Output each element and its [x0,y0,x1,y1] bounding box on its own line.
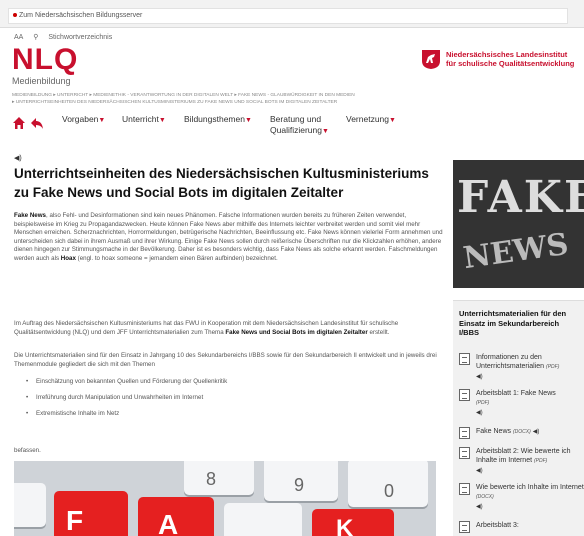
key-label: K [336,515,354,536]
site-logo[interactable]: NLQ Medienbildung [12,43,79,87]
list-item: Extremistische Inhalte im Netz [26,406,436,422]
search-icon[interactable]: ⚲ [33,34,38,41]
keyboard-key-red: A [138,497,214,536]
nav-item-label: Beratung und [270,114,322,124]
resource-label: Fake News [476,428,512,435]
hoax-bold: Hoax [60,254,76,262]
keyboard-key-red: K [312,509,394,536]
resource-label: Arbeitsblatt 3: [476,522,519,529]
key-label: 0 [384,481,395,501]
fake-news-bold: Fake News [14,212,46,219]
resource-label: Arbeitsblatt 1: Fake News [476,390,556,397]
intro-paragraph: Fake News, also Fehl- und Desinformation… [14,212,444,264]
speaker-icon[interactable]: ◀) [476,374,483,380]
institute-name-line1: Niedersächsisches Landesinstitut [446,50,568,59]
keyboard-key [14,483,46,527]
document-icon [459,483,470,495]
chevron-down-icon: ▼ [389,117,396,124]
format-label: (PDF) [546,364,560,370]
keyboard-image: 8 9 0 F A K [14,461,436,536]
institute-logo[interactable]: Niedersächsisches Landesinstitut für sch… [420,48,578,70]
red-dot-icon [13,13,17,17]
document-icon [459,521,470,533]
format-label: (DOCX) [512,429,531,435]
logo-text: NLQ [12,43,79,76]
horse-crest-icon [422,50,440,69]
topic-bold: Fake News und Social Bots im digitalen Z… [225,328,368,336]
format-label: (PDF) [533,458,548,464]
document-icon [459,447,470,459]
keyboard-key: 0 [348,461,428,507]
format-label: (DOCX) [476,494,494,500]
breadcrumb-line[interactable]: ▸ UNTERRICHTSEINHEITEN DES NIEDERSÄCHSIS… [12,99,572,106]
chevron-down-icon: ▼ [244,117,252,124]
chevron-down-icon: ▼ [321,128,329,135]
keyboard-key: 9 [264,461,338,501]
nav-item-label: Vernetzung [346,114,390,124]
closing-text: befassen. [14,447,41,454]
fake-news-image: FAKE NEWS [453,160,584,288]
key-label: 9 [294,475,305,495]
search-row: AA ⚲ Stichwortverzeichnis [14,33,120,41]
nav-item-label-line2: Qualifizierung [270,125,322,135]
resource-label: Informationen zu den Unterrichtsmaterial… [476,354,545,370]
document-icon [459,389,470,401]
speaker-icon[interactable]: ◀) [476,410,483,416]
sidebar: FAKE NEWS Unterrichtsmaterialien für den… [453,160,584,536]
nav-item-label: Bildungsthemen [184,114,245,124]
keyboard-key: 8 [184,461,254,495]
document-icon [459,353,470,365]
speaker-icon[interactable]: ◀) [476,504,483,510]
breadcrumb: MEDIENBILDUNG ▸ UNTERRICHT ▸ MEDIENETHIK… [12,92,572,106]
chevron-down-icon: ▼ [98,117,106,124]
intro-text-end: (engl. to hoax someone = jemandem einen … [75,254,278,262]
image-word: FAKE [457,172,584,223]
institute-name-line2: für schulische Qualitätsentwicklung [446,59,575,68]
index-link[interactable]: Stichwortverzeichnis [48,34,112,41]
speaker-icon[interactable]: ◀) [476,468,483,474]
list-item: Irreführung durch Manipulation und Unwah… [26,390,436,406]
font-size-toggle[interactable]: AA [14,34,23,41]
nav-item-label: Unterricht [122,114,159,124]
keyboard-key-red: F [54,491,128,536]
page-title: Unterrichtseinheiten des Niedersächsisch… [14,166,429,200]
nav-item-label: Vorgaben [62,114,99,124]
breadcrumb-line[interactable]: MEDIENBILDUNG ▸ UNTERRICHT ▸ MEDIENETHIK… [12,92,572,99]
back-arrow-icon[interactable] [30,116,44,130]
nav-item-beratung[interactable]: Beratung und Qualifizierung▼ [270,114,329,137]
topic-list: Einschätzung von bekannten Quellen und F… [26,374,436,422]
top-bar: Zum Niedersächsischen Bildungsserver [0,0,584,28]
materials-panel: Unterrichtsmaterialien für den Einsatz i… [453,300,584,536]
home-icon[interactable] [12,116,26,130]
chevron-down-icon: ▼ [158,117,166,124]
nav-item-vorgaben[interactable]: Vorgaben▼ [62,114,105,126]
list-item: Einschätzung von bekannten Quellen und F… [26,374,436,390]
bildungsserver-link[interactable]: Zum Niedersächsischen Bildungsserver [8,8,568,24]
keyboard-key [224,503,302,536]
commission-text-end: erstellt. [367,328,390,336]
nav-item-vernetzung[interactable]: Vernetzung▼ [346,114,396,126]
logo-subtitle: Medienbildung [12,76,71,86]
main-navigation: Vorgaben▼ Unterricht▼ Bildungsthemen▼ Be… [12,114,572,142]
materials-paragraph: Die Unterrichtsmaterialien sind für den … [14,352,437,368]
resource-label: Arbeitsblatt 2: Wie bewerte ich Inhalte … [476,448,571,464]
key-label: F [66,505,84,536]
materials-heading: Unterrichtsmaterialien für den Einsatz i… [459,309,567,337]
nav-item-bildungsthemen[interactable]: Bildungsthemen▼ [184,114,252,126]
speaker-icon[interactable]: ◀) [14,154,22,162]
document-icon [459,427,470,439]
bildungsserver-link-label: Zum Niedersächsischen Bildungsserver [19,12,143,19]
format-label: (PDF) [476,400,490,406]
nav-item-unterricht[interactable]: Unterricht▼ [122,114,166,126]
speaker-icon[interactable]: ◀) [533,429,540,435]
image-word: NEWS [461,226,571,277]
key-label: A [158,509,179,536]
key-label: 8 [206,469,217,489]
commission-paragraph: Im Auftrag des Niedersächsischen Kultusm… [14,320,444,337]
resource-label: Wie bewerte ich Inhalte im Internet [476,484,584,491]
